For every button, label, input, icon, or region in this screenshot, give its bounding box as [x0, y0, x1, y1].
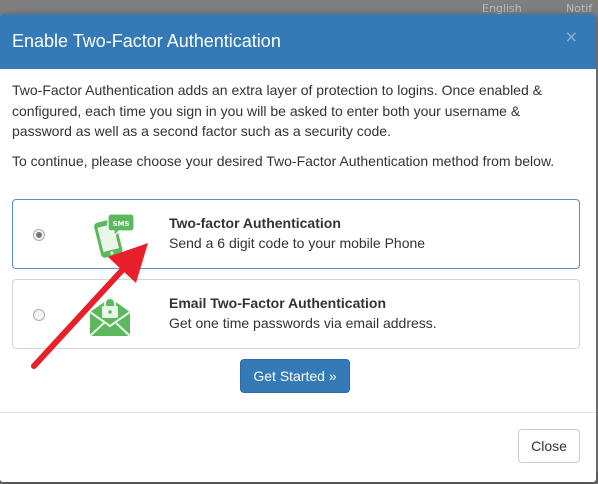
radio-email[interactable] — [33, 309, 45, 321]
modal-header: Enable Two-Factor Authentication × — [0, 14, 596, 69]
sms-phone-icon: SMS — [94, 213, 135, 258]
option-sms[interactable]: SMS Two-factor Authentication Send a 6 d… — [12, 199, 580, 269]
instruction-text: To continue, please choose your desired … — [12, 152, 555, 169]
modal-title: Enable Two-Factor Authentication — [12, 31, 281, 51]
close-button[interactable]: Close — [518, 429, 580, 463]
close-icon[interactable]: × — [565, 27, 578, 46]
option-sms-title: Two-factor Authentication — [169, 215, 341, 231]
option-email[interactable]: Email Two-Factor Authentication Get one … — [12, 279, 580, 349]
two-factor-modal: Enable Two-Factor Authentication × Two-F… — [0, 14, 596, 482]
option-email-title: Email Two-Factor Authentication — [169, 295, 387, 311]
get-started-button[interactable]: Get Started » — [240, 359, 350, 393]
email-lock-icon — [89, 296, 131, 337]
option-sms-description: Send a 6 digit code to your mobile Phone — [169, 235, 426, 251]
radio-sms[interactable] — [33, 229, 45, 241]
option-email-description: Get one time passwords via email address… — [169, 315, 437, 331]
background-nav: English Notif — [0, 0, 598, 15]
modal-footer: Close — [0, 412, 596, 482]
svg-text:SMS: SMS — [112, 220, 129, 228]
intro-text: Two-Factor Authentication adds an extra … — [12, 82, 542, 139]
modal-body: Two-Factor Authentication adds an extra … — [12, 80, 582, 180]
